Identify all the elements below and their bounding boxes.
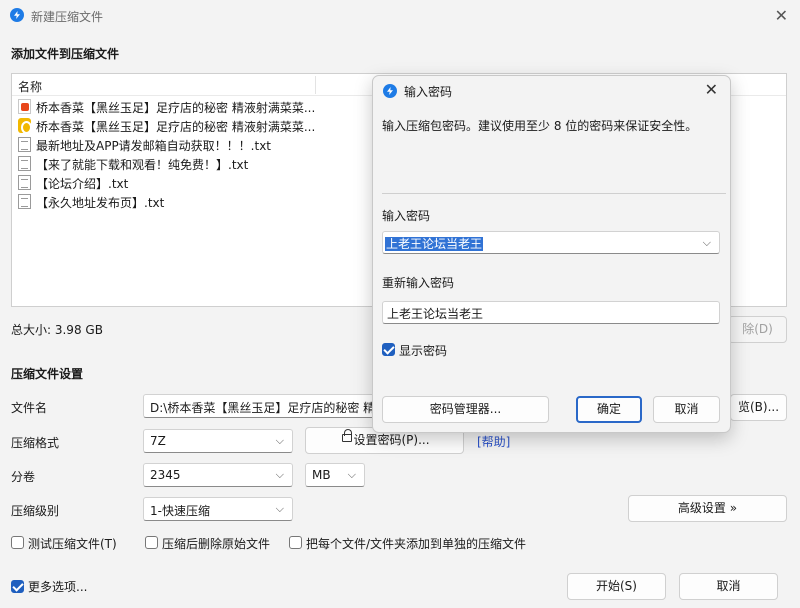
more-options-label[interactable]: 更多选项...	[28, 578, 87, 595]
set-password-label: 设置密码(P)...	[353, 433, 430, 447]
txt-icon	[18, 194, 31, 209]
app-logo-icon	[10, 8, 24, 22]
close-icon[interactable]: ✕	[705, 80, 718, 99]
test-checkbox[interactable]	[11, 536, 24, 549]
repeat-password-input[interactable]: 上老王论坛当老王	[382, 301, 720, 324]
level-value: 1-快速压缩	[150, 504, 210, 518]
advanced-settings-button[interactable]: 高级设置 »	[628, 495, 787, 522]
browse-button[interactable]: 览(B)...	[730, 394, 787, 421]
chevron-down-icon: ⌵	[275, 502, 284, 515]
chevron-down-icon: ⌵	[275, 434, 284, 447]
level-label: 压缩级别	[11, 504, 60, 518]
show-password-checkbox[interactable]	[382, 343, 395, 356]
separate-archives-checkbox[interactable]	[289, 536, 302, 549]
settings-title: 压缩文件设置	[11, 367, 84, 381]
total-size: 总大小: 3.98 GB	[11, 323, 103, 337]
more-options-checkbox[interactable]	[11, 580, 24, 593]
start-button[interactable]: 开始(S)	[567, 573, 666, 600]
file-name: 【来了就能下载和观看！纯免费！】.txt	[36, 158, 249, 172]
password-input[interactable]: 上老王论坛当老王 ⌵	[382, 231, 720, 254]
divider	[382, 193, 726, 194]
add-files-title: 添加文件到压缩文件	[11, 47, 120, 61]
repeat-password-value: 上老王论坛当老王	[387, 307, 484, 321]
volume-label: 分卷	[11, 470, 36, 484]
txt-icon	[18, 156, 31, 171]
delete-after-label[interactable]: 压缩后删除原始文件	[162, 535, 270, 552]
format-select[interactable]: 7Z ⌵	[143, 429, 293, 453]
dialog-cancel-button[interactable]: 取消	[653, 396, 720, 423]
chevron-down-icon: ⌵	[347, 468, 356, 481]
file-name: 桥本香菜【黑丝玉足】足疗店的秘密 精液射满菜菜...	[36, 120, 316, 134]
show-password-label[interactable]: 显示密码	[399, 342, 447, 359]
volume-select[interactable]: 2345 ⌵	[143, 463, 293, 487]
level-select[interactable]: 1-快速压缩 ⌵	[143, 497, 293, 521]
filename-value: D:\桥本香菜【黑丝玉足】足疗店的秘密 精	[150, 401, 375, 415]
filename-label: 文件名	[11, 401, 48, 415]
password-value: 上老王论坛当老王	[385, 237, 484, 251]
window-title: 新建压缩文件	[31, 10, 104, 24]
pdf-icon	[18, 99, 31, 114]
separate-archives-label[interactable]: 把每个文件/文件夹添加到单独的压缩文件	[306, 535, 526, 552]
delete-button[interactable]: 除(D)	[728, 316, 787, 343]
password-dialog: 输入密码 ✕ 输入压缩包密码。建议使用至少 8 位的密码来保证安全性。 输入密码…	[372, 75, 731, 433]
ok-button[interactable]: 确定	[576, 396, 642, 423]
volume-unit-value: MB	[312, 468, 331, 482]
volume-unit-select[interactable]: MB ⌵	[305, 463, 365, 487]
column-name[interactable]: 名称	[18, 78, 42, 95]
app-logo-icon	[383, 84, 397, 98]
txt-icon	[18, 137, 31, 152]
password-label: 输入密码	[382, 209, 431, 223]
lock-icon	[342, 429, 352, 442]
delete-after-checkbox[interactable]	[145, 536, 158, 549]
file-name: 【论坛介绍】.txt	[36, 177, 129, 191]
column-separator[interactable]	[315, 76, 316, 94]
video-icon	[18, 118, 32, 134]
chevron-down-icon: ⌵	[275, 468, 284, 481]
volume-value: 2345	[150, 468, 181, 482]
format-value: 7Z	[150, 434, 166, 448]
filename-input[interactable]: D:\桥本香菜【黑丝玉足】足疗店的秘密 精	[143, 394, 375, 418]
dialog-title-bar: 输入密码 ✕	[373, 76, 730, 106]
file-name: 桥本香菜【黑丝玉足】足疗店的秘密 精液射满菜菜...	[36, 101, 316, 115]
txt-icon	[18, 175, 31, 190]
title-bar: 新建压缩文件 ✕	[0, 0, 800, 30]
help-link[interactable]: [帮助]	[477, 433, 510, 450]
close-icon[interactable]: ✕	[775, 6, 788, 25]
file-name: 【永久地址发布页】.txt	[36, 196, 165, 210]
test-checkbox-label[interactable]: 测试压缩文件(T)	[28, 535, 117, 552]
cancel-button[interactable]: 取消	[679, 573, 778, 600]
chevron-down-icon[interactable]: ⌵	[703, 236, 711, 250]
password-manager-button[interactable]: 密码管理器...	[382, 396, 549, 423]
dialog-description: 输入压缩包密码。建议使用至少 8 位的密码来保证安全性。	[382, 119, 698, 133]
repeat-password-label: 重新输入密码	[382, 276, 455, 290]
format-label: 压缩格式	[11, 436, 60, 450]
file-name: 最新地址及APP请发邮箱自动获取！！！.txt	[36, 139, 272, 153]
dialog-title: 输入密码	[404, 85, 453, 99]
